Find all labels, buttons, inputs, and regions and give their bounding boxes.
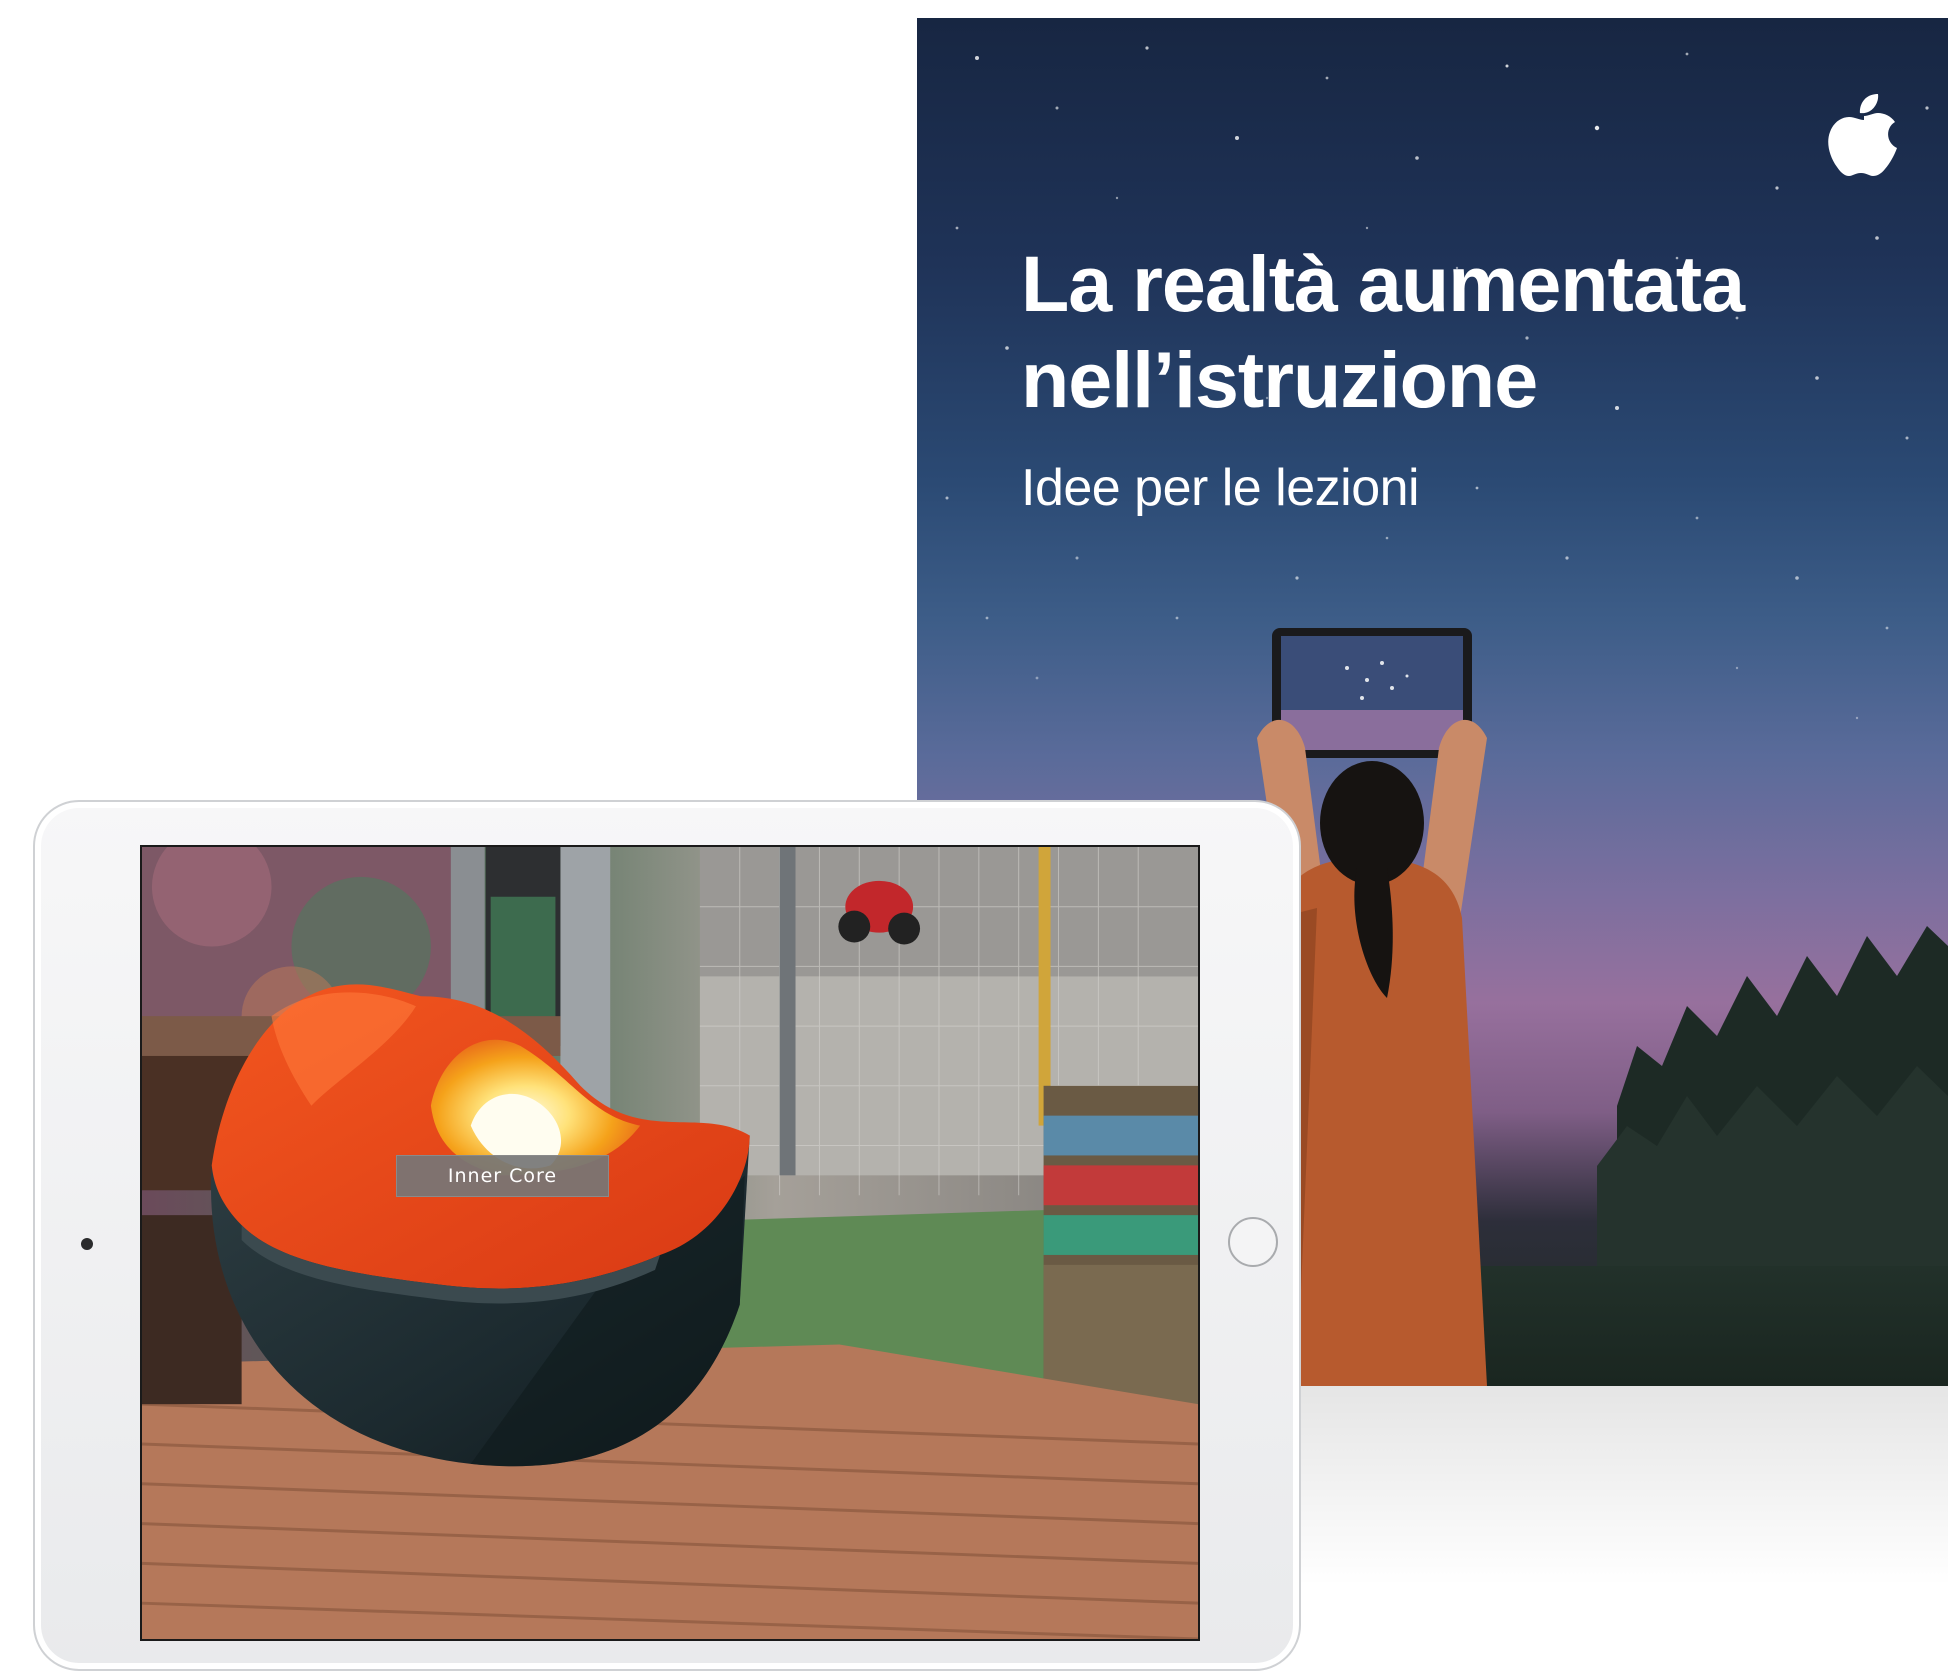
- ipad-device: Inner Core: [33, 800, 1301, 1671]
- ar-label-inner-core: Inner Core: [396, 1155, 609, 1197]
- ipad-screen: Inner Core: [140, 845, 1200, 1641]
- front-camera: [81, 1238, 93, 1250]
- cover-title-line-1: La realtà aumentata: [1021, 239, 1745, 328]
- cover-title: La realtà aumentata nell’istruzione: [1021, 236, 1745, 428]
- apple-logo-icon: [1828, 94, 1897, 176]
- cover-subtitle: Idee per le lezioni: [1021, 459, 1420, 517]
- home-button[interactable]: [1228, 1217, 1278, 1267]
- ar-scene: [142, 847, 1198, 1639]
- cover-title-line-2: nell’istruzione: [1021, 335, 1538, 424]
